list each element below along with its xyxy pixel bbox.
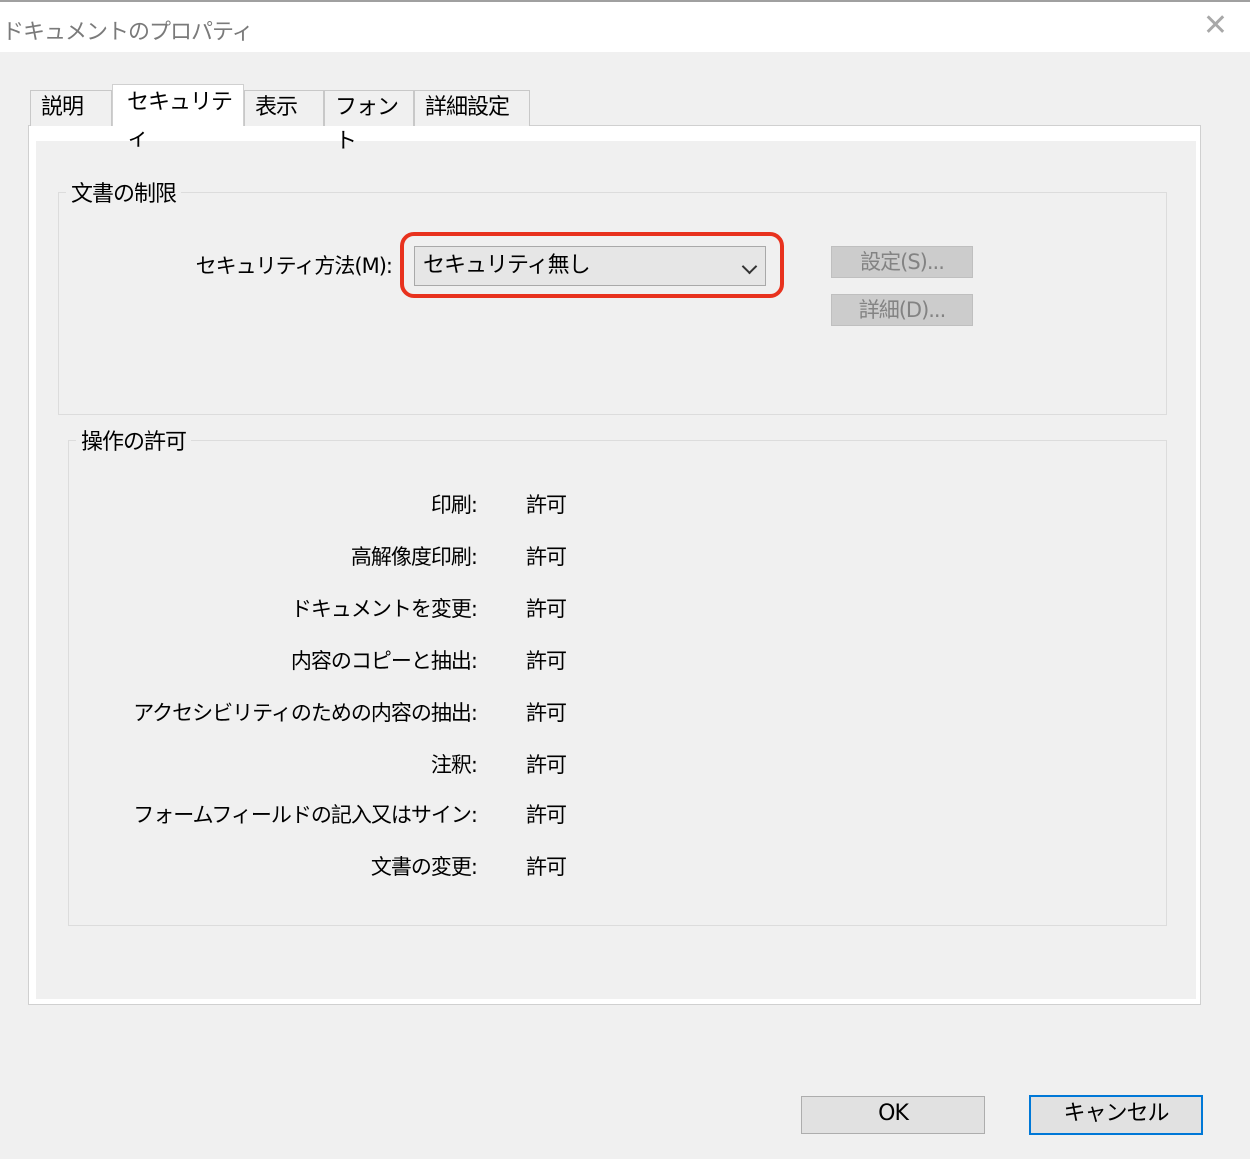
restrictions-group xyxy=(58,192,1167,415)
details-button[interactable]: 詳細(D)... xyxy=(831,294,973,326)
permission-value-copy-extract: 許可 xyxy=(526,649,567,673)
highlight-annotation xyxy=(400,232,784,298)
close-icon[interactable]: ✕ xyxy=(1203,11,1228,41)
tab-description[interactable]: 説明 xyxy=(30,90,112,126)
security-method-label: セキュリティ方法(M): xyxy=(195,254,393,278)
tab-security[interactable]: セキュリティ xyxy=(112,84,244,151)
title-bar: ドキュメントのプロパティ ✕ xyxy=(0,0,1250,52)
permission-label-form-fill-sign: フォームフィールドの記入又はサイン: xyxy=(133,803,478,827)
permission-value-form-fill-sign: 許可 xyxy=(526,803,567,827)
permission-value-accessibility-extract: 許可 xyxy=(526,701,567,725)
permission-value-modify-document: 許可 xyxy=(526,597,567,621)
window-title: ドキュメントのプロパティ xyxy=(2,20,254,45)
tab-fonts[interactable]: フォント xyxy=(324,90,414,154)
permissions-legend: 操作の許可 xyxy=(76,424,192,456)
permission-label-copy-extract: 内容のコピーと抽出: xyxy=(290,649,478,673)
permission-value-print: 許可 xyxy=(526,493,567,517)
settings-button[interactable]: 設定(S)... xyxy=(831,246,973,278)
restrictions-legend: 文書の制限 xyxy=(66,176,182,208)
permission-value-document-assembly: 許可 xyxy=(526,855,567,879)
permission-label-accessibility-extract: アクセシビリティのための内容の抽出: xyxy=(133,701,478,725)
permission-label-high-res-print: 高解像度印刷: xyxy=(350,545,478,569)
ok-button[interactable]: OK xyxy=(801,1096,985,1134)
cancel-button[interactable]: キャンセル xyxy=(1029,1095,1203,1135)
permission-label-document-assembly: 文書の変更: xyxy=(370,855,478,879)
permission-label-print: 印刷: xyxy=(430,493,478,517)
tab-advanced[interactable]: 詳細設定 xyxy=(414,90,530,126)
permission-value-annotations: 許可 xyxy=(526,753,567,777)
permission-label-modify-document: ドキュメントを変更: xyxy=(290,597,478,621)
tab-display[interactable]: 表示 xyxy=(244,90,324,126)
permission-value-high-res-print: 許可 xyxy=(526,545,567,569)
permission-label-annotations: 注釈: xyxy=(430,753,478,777)
